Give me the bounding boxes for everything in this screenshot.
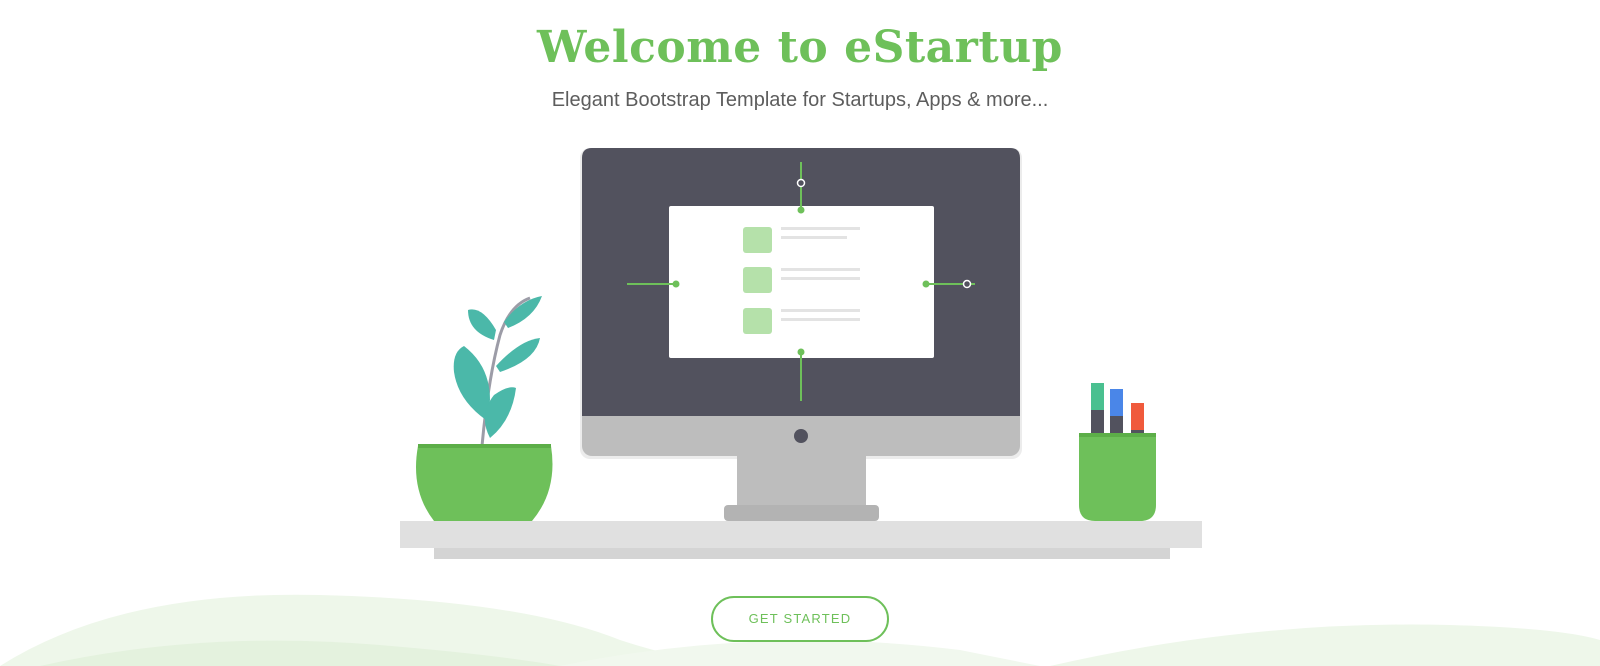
list-item-thumb xyxy=(743,267,772,293)
monitor xyxy=(580,148,1022,521)
leaf xyxy=(496,338,540,372)
leaf xyxy=(453,346,490,420)
potted-plant xyxy=(416,296,553,521)
list-item-line xyxy=(781,227,860,230)
list-item-line xyxy=(781,309,860,312)
monitor-stand xyxy=(737,456,866,507)
cup-body xyxy=(1079,435,1156,521)
list-item-line xyxy=(781,277,860,280)
list-item-line xyxy=(781,236,847,239)
pen-cup xyxy=(1079,383,1156,521)
list-item-line xyxy=(781,268,860,271)
leaf xyxy=(468,309,496,340)
get-started-button[interactable]: GET STARTED xyxy=(711,596,889,642)
monitor-power-dot xyxy=(794,429,808,443)
plant-pot xyxy=(416,446,553,521)
desk xyxy=(400,521,1202,559)
list-item-line xyxy=(781,318,860,321)
desk-illustration xyxy=(400,148,1202,559)
hero-section: Welcome to eStartup Elegant Bootstrap Te… xyxy=(0,0,1600,666)
monitor-base xyxy=(724,505,879,521)
list-item-thumb xyxy=(743,227,772,253)
list-item-thumb xyxy=(743,308,772,334)
